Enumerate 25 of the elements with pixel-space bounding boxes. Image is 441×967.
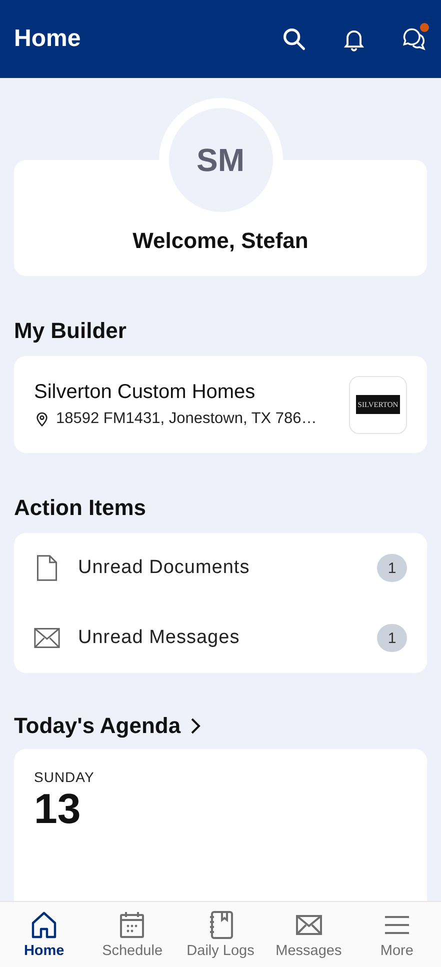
nav-tab[interactable]: Daily Logs [176,902,265,967]
action-item[interactable]: Unread Documents 1 [14,533,427,603]
envelope-icon [34,625,60,651]
agenda-link[interactable]: Today's Agenda [14,713,201,739]
section-heading: Action Items [14,495,148,521]
document-icon [34,555,60,581]
welcome-text: Welcome, Stefan [132,228,308,254]
nav-tab[interactable]: Home [0,902,88,967]
action-item[interactable]: Unread Messages 1 [14,603,427,673]
weekday-label: SUNDAY [34,769,96,785]
nav-tab[interactable]: Schedule [88,902,176,967]
nav-tab[interactable]: More [352,902,441,967]
avatar: SM [168,108,272,212]
section-heading: My Builder [14,318,128,344]
count-badge: 1 [377,624,407,652]
nav-tab[interactable]: Messages [264,902,353,967]
count-badge: 1 [377,554,407,582]
chat-bubbles-icon[interactable] [401,26,427,52]
location-pin-icon [34,411,50,427]
search-icon[interactable] [281,26,307,52]
day-number: 13 [34,785,82,833]
page-title: Home [14,25,81,53]
builder-address: 18592 FM1431, Jonestown, TX 786… [56,410,317,428]
builder-name: Silverton Custom Homes [34,381,256,404]
chevron-right-icon [188,716,201,736]
